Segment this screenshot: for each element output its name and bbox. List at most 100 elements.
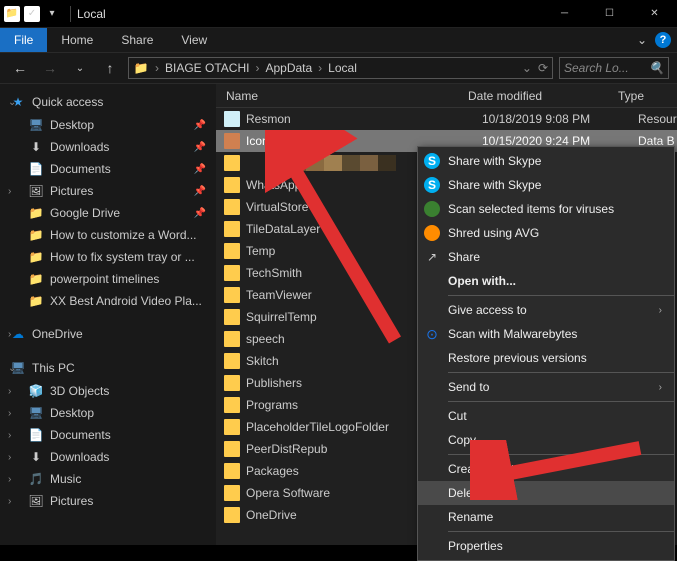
forward-button[interactable]: → [38,56,62,80]
crumb-0[interactable]: BIAGE OTACHI [165,61,249,75]
sidebar-custom2[interactable]: 📁How to fix system tray or ... [0,246,216,268]
help-icon[interactable]: ? [655,32,671,48]
chevron-right-icon[interactable]: › [8,408,11,419]
sidebar-pcdesktop[interactable]: ›🖥Desktop [0,402,216,424]
up-button[interactable]: ↑ [98,56,122,80]
cm-scan-mwb[interactable]: ⊙Scan with Malwarebytes [418,322,674,346]
sidebar-custom3[interactable]: 📁powerpoint timelines [0,268,216,290]
pin-icon: 📌 [194,164,206,175]
sidebar-custom1[interactable]: 📁How to customize a Word... [0,224,216,246]
chevron-right-icon[interactable]: › [8,430,11,441]
tab-share[interactable]: Share [107,28,167,52]
maximize-button[interactable]: ☐ [587,0,632,28]
folder-icon [224,463,240,479]
folder-icon [224,287,240,303]
sidebar-custom4[interactable]: 📁XX Best Android Video Pla... [0,290,216,312]
cm-separator [448,295,674,296]
chevron-right-icon[interactable]: › [8,329,11,340]
file-date: 10/18/2019 9:08 PM [482,112,632,126]
folder-icon [224,397,240,413]
cm-share[interactable]: ↗Share [418,245,674,269]
folder-icon [224,353,240,369]
cm-shred-avg[interactable]: Shred using AVG [418,221,674,245]
sidebar-pcdownloads[interactable]: ›⬇Downloads [0,446,216,468]
cm-send-to[interactable]: Send to› [418,375,674,399]
tab-view[interactable]: View [167,28,221,52]
ribbon-chevron-icon[interactable]: ⌄ [637,33,647,47]
titlebar: 📁 ✓ ▾ Local ─ ☐ ✕ [0,0,677,28]
search-icon: 🔍 [649,61,664,75]
pictures-icon: 🖼 [28,493,44,509]
file-row[interactable]: Resmon 10/18/2019 9:08 PM Resour [216,108,677,130]
cm-rename[interactable]: Rename [418,505,674,529]
column-type[interactable]: Type [618,89,677,103]
cm-share-skype2[interactable]: SShare with Skype [418,173,674,197]
chevron-right-icon[interactable]: › [8,452,11,463]
cm-share-skype[interactable]: SShare with Skype [418,149,674,173]
cm-open-with[interactable]: Open with... [418,269,674,293]
pin-icon: 📌 [194,186,206,197]
malwarebytes-icon: ⊙ [424,326,440,342]
recent-dropdown-icon[interactable]: ⌄ [68,56,92,80]
sidebar-this-pc[interactable]: ⌄ 🖥 This PC [0,356,216,380]
qat-save-icon[interactable]: ✓ [24,6,40,22]
sidebar-music[interactable]: ›🎵Music [0,468,216,490]
crumb-1[interactable]: AppData [265,61,312,75]
column-headers[interactable]: Name Date modified Type [216,84,677,108]
column-name[interactable]: Name [216,89,468,103]
back-button[interactable]: ← [8,56,32,80]
file-name: Resmon [246,112,476,126]
sidebar-pcdocuments[interactable]: ›📄Documents [0,424,216,446]
sidebar-google-drive[interactable]: 📁Google Drive📌 [0,202,216,224]
cm-scan-virus[interactable]: Scan selected items for viruses [418,197,674,221]
column-date[interactable]: Date modified [468,89,618,103]
crumb-2[interactable]: Local [328,61,357,75]
folder-icon: 📁 [28,227,44,243]
qat-dropdown-icon[interactable]: ▾ [44,6,60,22]
cm-give-access[interactable]: Give access to› [418,298,674,322]
sidebar-pcpictures[interactable]: ›🖼Pictures [0,490,216,512]
tab-file[interactable]: File [0,28,47,52]
cm-cut[interactable]: Cut [418,404,674,428]
sidebar-onedrive[interactable]: › ☁ OneDrive [0,322,216,346]
folder-icon [224,331,240,347]
sidebar: ⌄ ★ Quick access 🖥Desktop📌 ⬇Downloads📌 📄… [0,84,216,545]
music-icon: 🎵 [28,471,44,487]
refresh-icon[interactable]: ⟳ [538,61,548,75]
tab-home[interactable]: Home [47,28,107,52]
search-input[interactable]: Search Lo... 🔍 [559,57,669,79]
cm-separator [448,531,674,532]
chevron-right-icon[interactable]: › [8,386,11,397]
cm-delete[interactable]: Delete [418,481,674,505]
sidebar-downloads[interactable]: ⬇Downloads📌 [0,136,216,158]
cm-copy[interactable]: Copy [418,428,674,452]
cm-properties[interactable]: Properties [418,534,674,558]
cm-create-shortcut[interactable]: Create shortcut [418,457,674,481]
address-bar: ← → ⌄ ↑ 📁 BIAGE OTACHI AppData Local ⌄ ⟳… [0,52,677,84]
sidebar-desktop[interactable]: 🖥Desktop📌 [0,114,216,136]
close-button[interactable]: ✕ [632,0,677,28]
minimize-button[interactable]: ─ [542,0,587,28]
documents-icon: 📄 [28,161,44,177]
folder-icon [224,265,240,281]
path-box[interactable]: 📁 BIAGE OTACHI AppData Local ⌄ ⟳ [128,57,553,79]
folder-icon: 📁 [28,249,44,265]
folder-icon [224,243,240,259]
sidebar-documents[interactable]: 📄Documents📌 [0,158,216,180]
chevron-down-icon[interactable]: ⌄ [8,363,16,374]
sidebar-quick-access[interactable]: ⌄ ★ Quick access [0,90,216,114]
path-dropdown-icon[interactable]: ⌄ [522,61,532,75]
file-type: Resour [638,112,677,126]
objects3d-icon: 🧊 [28,383,44,399]
chevron-down-icon[interactable]: ⌄ [8,97,16,108]
sidebar-pictures[interactable]: ›🖼Pictures📌 [0,180,216,202]
sidebar-3dobjects[interactable]: ›🧊3D Objects [0,380,216,402]
cm-restore[interactable]: Restore previous versions [418,346,674,370]
chevron-right-icon[interactable]: › [8,186,11,197]
chevron-right-icon[interactable]: › [8,474,11,485]
shield-icon [424,201,440,217]
avg-icon [424,225,440,241]
folder-icon [224,221,240,237]
cm-separator [448,372,674,373]
chevron-right-icon[interactable]: › [8,496,11,507]
